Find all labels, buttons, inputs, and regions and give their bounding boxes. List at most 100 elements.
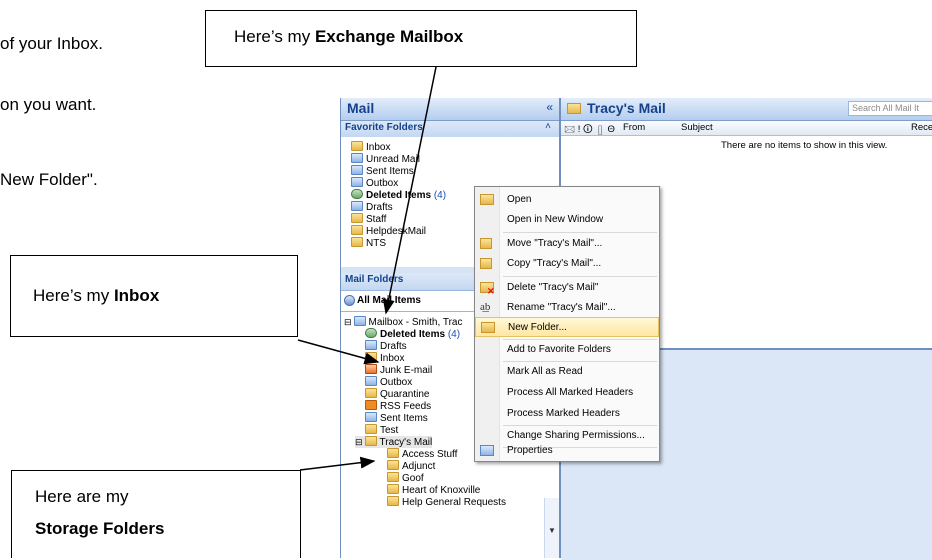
favorite-item-label: Deleted Items: [366, 190, 432, 201]
menu-item-open-new-window[interactable]: Open in New Window: [475, 210, 659, 230]
deleted-items-icon: [365, 328, 377, 338]
menu-item-move[interactable]: Move "Tracy's Mail"...: [475, 234, 659, 254]
menu-item-rename[interactable]: a͟b Rename "Tracy's Mail"...: [475, 298, 659, 318]
tree-subitem-access-stuff[interactable]: Access Stuff: [387, 448, 457, 460]
tree-item-drafts[interactable]: Drafts: [365, 340, 407, 352]
tree-item-inbox[interactable]: Inbox: [365, 352, 404, 364]
favorite-item-label: Outbox: [366, 178, 399, 189]
menu-item-label: Process All Marked Headers: [507, 387, 634, 398]
tree-item-label: Access Stuff: [402, 449, 458, 460]
collapse-chevron-icon[interactable]: «: [546, 100, 553, 114]
message-list-header: 🖂︎ ! 🛈︎ ▯ Θ From Subject Rece: [561, 121, 932, 136]
scroll-down-icon[interactable]: ▼: [548, 526, 556, 535]
column-from[interactable]: From: [623, 122, 645, 133]
collapse-tree-icon[interactable]: ⊟: [344, 317, 352, 327]
favorite-item-staff[interactable]: Staff: [351, 213, 386, 225]
favorite-item-label: Staff: [366, 214, 387, 225]
tree-item-label: Tracy's Mail: [379, 437, 433, 448]
tree-item-deleted-items[interactable]: Deleted Items (4): [365, 328, 460, 340]
empty-view-message: There are no items to show in this view.: [721, 140, 888, 151]
favorite-item-label: Inbox: [366, 142, 391, 153]
nav-pane-header: Mail «: [341, 98, 559, 121]
tree-item-label: Heart of Knoxville: [402, 485, 481, 496]
menu-item-label: Copy "Tracy's Mail"...: [507, 258, 602, 269]
new-folder-icon: [481, 322, 495, 333]
favorite-item-label: Sent Items: [366, 166, 414, 177]
collapse-up-icon[interactable]: ˄: [545, 121, 551, 132]
tree-item-rss-feeds[interactable]: RSS Feeds: [365, 400, 431, 412]
column-subject[interactable]: Subject: [681, 122, 713, 133]
menu-item-copy[interactable]: Copy "Tracy's Mail"...: [475, 254, 659, 274]
favorite-folders-label: Favorite Folders: [345, 122, 423, 133]
favorite-item-deleted-items[interactable]: Deleted Items (4): [351, 189, 446, 201]
nav-pane-title: Mail: [347, 100, 375, 116]
menu-item-open[interactable]: Open: [475, 190, 659, 210]
tree-item-label: RSS Feeds: [380, 401, 432, 412]
all-mail-items-label: All Mail Items: [357, 295, 421, 306]
callout-exchange-mailbox: Here’s my Exchange Mailbox: [205, 10, 637, 67]
doc-text-line-2: on you want.: [0, 95, 97, 114]
favorite-item-label: Drafts: [366, 202, 393, 213]
menu-item-add-to-favorites[interactable]: Add to Favorite Folders: [475, 340, 659, 360]
favorite-item-sent-items[interactable]: Sent Items: [351, 165, 414, 177]
context-menu: Open Open in New Window Move "Tracy's Ma…: [474, 186, 660, 462]
tree-item-sent-items[interactable]: Sent Items: [365, 412, 428, 424]
menu-item-new-folder[interactable]: New Folder...: [475, 317, 659, 337]
tree-subitem-help-general-requests[interactable]: Help General Requests: [387, 496, 506, 508]
favorite-item-unread-mail[interactable]: Unread Mail: [351, 153, 420, 165]
folder-icon: [364, 436, 377, 446]
favorite-folders-header[interactable]: Favorite Folders ˄: [341, 121, 559, 138]
tree-item-test[interactable]: Test: [365, 424, 398, 436]
tree-item-label: Help General Requests: [402, 497, 506, 508]
tree-scrollbar[interactable]: ▼: [544, 498, 559, 558]
properties-icon: [480, 445, 494, 456]
menu-separator: [503, 276, 657, 277]
menu-item-label: Rename "Tracy's Mail"...: [507, 302, 616, 313]
sent-items-icon: [365, 412, 377, 422]
menu-separator: [503, 232, 657, 233]
favorite-item-nts[interactable]: NTS: [351, 237, 386, 249]
favorite-item-helpdeskmail[interactable]: HelpdeskMail: [351, 225, 426, 237]
tree-item-label: Sent Items: [380, 413, 428, 424]
tree-item-mailbox[interactable]: ⊟ Mailbox - Smith, Trac: [344, 316, 462, 328]
menu-item-properties[interactable]: Properties: [475, 441, 659, 461]
tree-item-junk-email[interactable]: Junk E-mail: [365, 364, 432, 376]
menu-item-label: Change Sharing Permissions...: [507, 430, 645, 441]
favorite-item-inbox[interactable]: Inbox: [351, 141, 390, 153]
callout-text: Here are my: [35, 487, 129, 506]
folder-icon: [365, 388, 377, 398]
menu-item-label: Mark All as Read: [507, 366, 583, 377]
callout-bold-text: Exchange Mailbox: [314, 27, 464, 46]
menu-item-process-marked[interactable]: Process Marked Headers: [475, 404, 659, 424]
column-received[interactable]: Rece: [911, 122, 932, 133]
folder-icon: [351, 225, 363, 235]
menu-item-delete[interactable]: ✕ Delete "Tracy's Mail": [475, 278, 659, 298]
tree-subitem-adjunct[interactable]: Adjunct: [387, 460, 435, 472]
menu-item-label: Move "Tracy's Mail"...: [507, 238, 603, 249]
folder-icon: [365, 352, 377, 362]
tree-subitem-heart-of-knoxville[interactable]: Heart of Knoxville: [387, 484, 480, 496]
tree-item-outbox[interactable]: Outbox: [365, 376, 412, 388]
rename-icon: a͟b: [480, 301, 491, 313]
favorite-item-drafts[interactable]: Drafts: [351, 201, 393, 213]
folder-icon: [351, 237, 363, 247]
collapse-tree-icon[interactable]: ⊟: [355, 437, 363, 447]
favorite-item-outbox[interactable]: Outbox: [351, 177, 398, 189]
favorite-item-label: HelpdeskMail: [366, 226, 427, 237]
tree-item-quarantine[interactable]: Quarantine: [365, 388, 429, 400]
search-input[interactable]: Search All Mail It: [848, 101, 932, 116]
sent-items-icon: [351, 165, 363, 175]
tree-item-tracys-mail[interactable]: ⊟ Tracy's Mail: [355, 436, 433, 448]
menu-item-label: Process Marked Headers: [507, 408, 620, 419]
folder-icon: [387, 472, 399, 482]
tree-subitem-goof[interactable]: Goof: [387, 472, 424, 484]
menu-item-mark-all-read[interactable]: Mark All as Read: [475, 362, 659, 382]
outbox-icon: [351, 177, 363, 187]
column-icons[interactable]: 🖂︎ ! 🛈︎ ▯ Θ: [564, 122, 615, 138]
menu-item-label: Add to Favorite Folders: [507, 344, 611, 355]
search-icon: [344, 295, 355, 306]
folder-title: Tracy's Mail: [587, 100, 666, 116]
menu-item-process-all-marked[interactable]: Process All Marked Headers: [475, 383, 659, 403]
copy-icon: [480, 258, 492, 269]
deleted-items-icon: [351, 189, 363, 199]
